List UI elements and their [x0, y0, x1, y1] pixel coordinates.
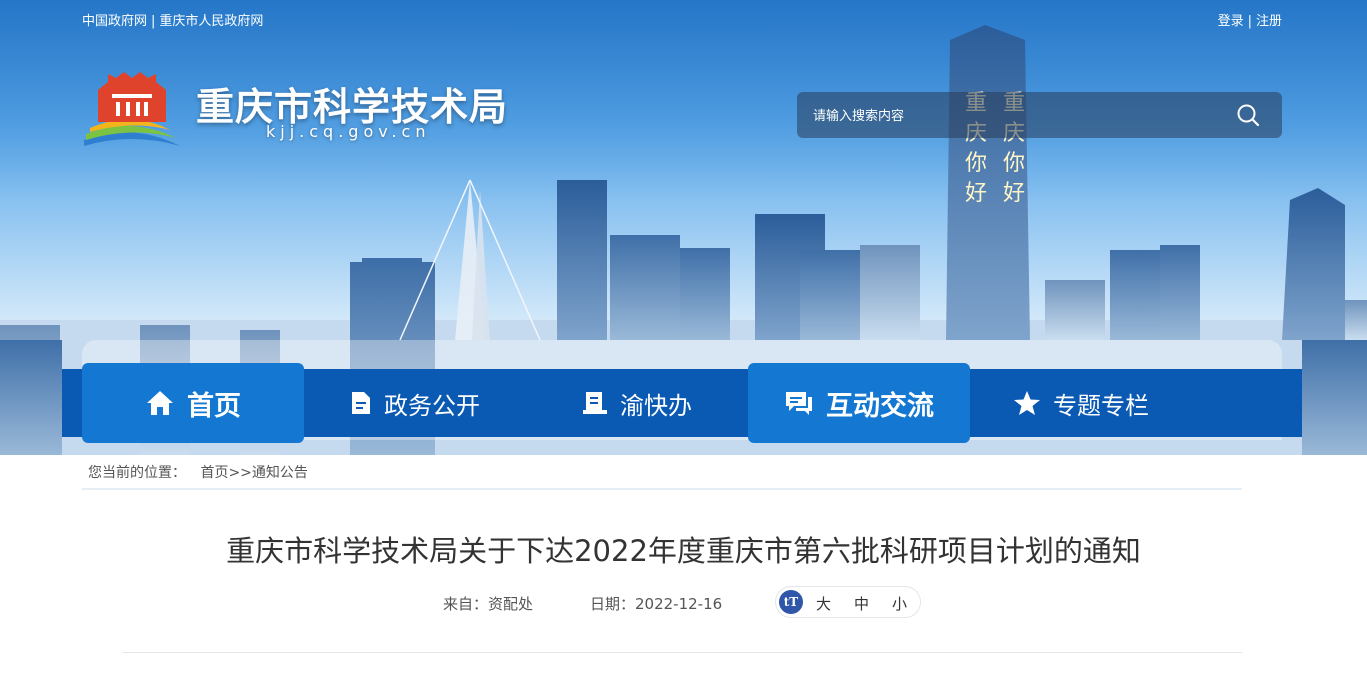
font-size-icon: tT: [779, 590, 803, 614]
font-size-medium[interactable]: 中: [854, 593, 869, 614]
login-link[interactable]: 登录: [1218, 14, 1244, 29]
nav-gov-affairs[interactable]: 政务公开: [304, 363, 526, 443]
register-link[interactable]: 注册: [1256, 14, 1282, 29]
breadcrumb-home-link[interactable]: 首页: [200, 465, 228, 481]
star-icon: [1014, 391, 1040, 415]
font-size-small[interactable]: 小: [892, 593, 907, 614]
article-source: 来自：资配处: [443, 595, 534, 613]
svg-text:你: 你: [965, 151, 987, 176]
cq-gov-link[interactable]: 重庆市人民政府网: [159, 14, 263, 29]
nav-label: 互动交流: [826, 390, 934, 422]
service-icon: [583, 392, 607, 414]
nav-special-topics[interactable]: 专题专栏: [970, 363, 1192, 443]
breadcrumb-current[interactable]: 通知公告: [252, 465, 308, 481]
nav-label: 政务公开: [384, 391, 480, 420]
auth-links: 登录 | 注册: [1218, 10, 1282, 29]
site-domain: kjj.cq.gov.cn: [266, 122, 431, 141]
top-links: 中国政府网 | 重庆市人民政府网: [82, 10, 263, 29]
nav-yukuaiban[interactable]: 渝快办: [526, 363, 748, 443]
breadcrumb-divider: [82, 488, 1242, 490]
breadcrumb-separator: >>: [228, 465, 252, 481]
font-size-switcher: tT 大 中 小: [775, 586, 921, 618]
separator: |: [1247, 14, 1252, 29]
separator: |: [151, 14, 156, 29]
search-box: [797, 92, 1282, 138]
content-divider: [122, 652, 1242, 653]
nav-interaction[interactable]: 互动交流: [748, 363, 970, 443]
svg-text:好: 好: [965, 181, 987, 206]
font-size-large[interactable]: 大: [816, 593, 831, 614]
gov-cn-link[interactable]: 中国政府网: [82, 14, 147, 29]
nav-home[interactable]: 首页: [82, 363, 304, 443]
nav-label: 首页: [187, 390, 241, 422]
header-banner: 重 庆 你 好 重 庆 你 好 中国政府网|重庆市人民政府网 登录|注册 重庆市…: [0, 0, 1367, 455]
home-icon: [147, 391, 173, 415]
search-icon[interactable]: [1236, 103, 1260, 127]
breadcrumb: 您当前的位置： 首页>>通知公告: [88, 462, 308, 482]
svg-text:好: 好: [1003, 181, 1025, 206]
chat-icon: [786, 392, 812, 415]
nav-label: 专题专栏: [1053, 391, 1149, 420]
svg-text:你: 你: [1003, 151, 1025, 176]
site-logo[interactable]: [82, 70, 182, 150]
breadcrumb-prefix: 您当前的位置：: [88, 465, 186, 481]
article-date: 日期：2022-12-16: [590, 595, 723, 613]
search-input[interactable]: [811, 104, 1215, 128]
document-icon: [352, 392, 370, 414]
nav-label: 渝快办: [620, 391, 692, 420]
article-title: 重庆市科学技术局关于下达2022年度重庆市第六批科研项目计划的通知: [226, 534, 1141, 568]
